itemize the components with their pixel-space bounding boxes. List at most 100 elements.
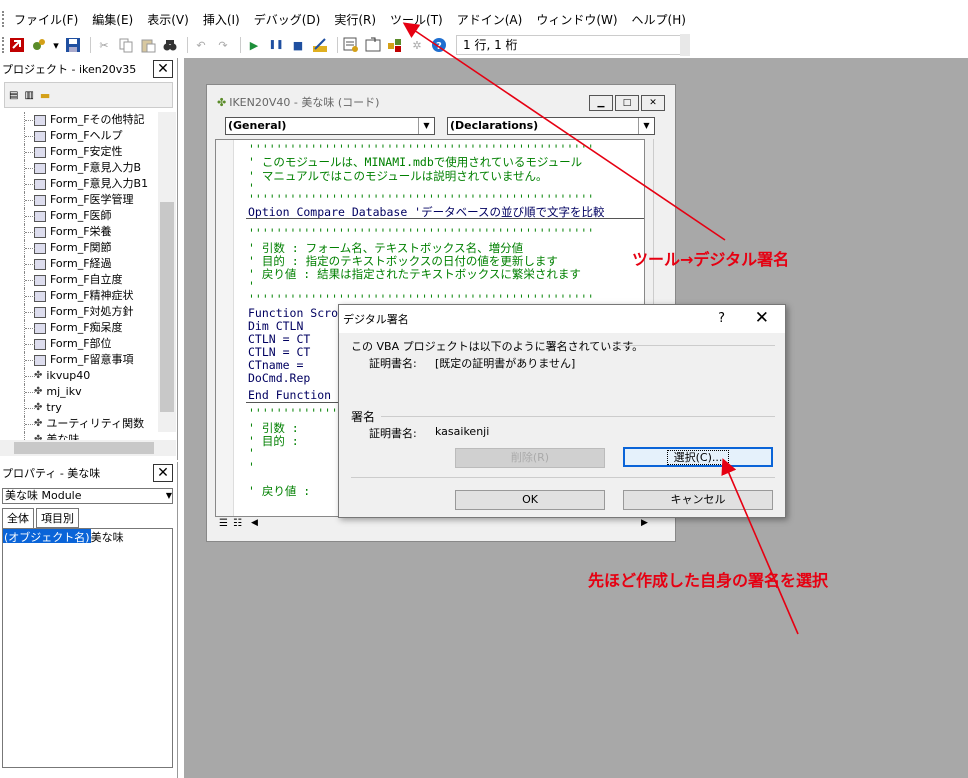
- procedure-combo[interactable]: (Declarations) ▼: [447, 117, 655, 135]
- project-pane-close-button[interactable]: ✕: [153, 60, 173, 78]
- undo-icon[interactable]: ↶: [192, 36, 210, 54]
- tree-item[interactable]: Form_F医学管理: [0, 192, 160, 208]
- object-browser-icon[interactable]: [386, 36, 404, 54]
- view-object-icon[interactable]: ▥: [24, 90, 33, 101]
- menu-file[interactable]: ファイル(F): [14, 11, 78, 28]
- toolbar-separator: [337, 37, 338, 53]
- save-icon[interactable]: [64, 36, 82, 54]
- tree-connector: [24, 288, 60, 304]
- tree-item[interactable]: Form_F部位: [0, 336, 160, 352]
- menu-view[interactable]: 表示(V): [147, 11, 189, 28]
- code-line: ' マニュアルではこのモジュールは説明されていません。: [248, 169, 548, 183]
- scroll-right-icon[interactable]: ▶: [641, 518, 648, 528]
- tree-item[interactable]: ✤ try: [0, 400, 160, 416]
- cut-icon[interactable]: ✂: [95, 36, 113, 54]
- project-tree-scroll-thumb[interactable]: [160, 202, 174, 412]
- code-line: CTname =: [248, 358, 304, 372]
- tree-item[interactable]: Form_F自立度: [0, 272, 160, 288]
- run-icon[interactable]: ▶: [245, 36, 263, 54]
- tree-item[interactable]: Form_F安定性: [0, 144, 160, 160]
- object-select-value: 美な味 Module: [5, 489, 82, 502]
- tree-item[interactable]: ✤ mj_ikv: [0, 384, 160, 400]
- code-line: ' 戻り値 : 結果は指定されたテキストボックスに繁栄されます: [248, 267, 581, 281]
- properties-icon[interactable]: [364, 36, 382, 54]
- tree-item[interactable]: Form_Fその他特記: [0, 112, 160, 128]
- menu-insert[interactable]: 挿入(I): [203, 11, 240, 28]
- properties-pane: プロパティ - 美な味 ✕ 美な味 Module ▼ 全体 項目別 (オブジェク…: [0, 462, 178, 778]
- view-code-icon[interactable]: ▤: [9, 90, 18, 101]
- toggle-folders-icon[interactable]: ▬: [40, 89, 50, 102]
- standard-toolbar: ▾ ✂ ↶ ↷ ▶ ❚❚ ■ ✲ ? 1 行, 1 桁: [0, 32, 968, 58]
- object-select[interactable]: 美な味 Module ▼: [2, 488, 173, 504]
- help-icon[interactable]: ?: [430, 36, 448, 54]
- pause-icon[interactable]: ❚❚: [267, 36, 285, 54]
- procedure-view-icon[interactable]: ☰: [219, 518, 228, 529]
- cancel-button[interactable]: キャンセル: [623, 490, 773, 510]
- dialog-help-button[interactable]: ?: [718, 311, 725, 326]
- property-row[interactable]: (オブジェクト名) 美な味: [3, 529, 172, 544]
- menu-help[interactable]: ヘルプ(H): [632, 11, 686, 28]
- tree-item-label: Form_F痴呆度: [50, 321, 123, 334]
- select-button[interactable]: 選択(C)...: [623, 447, 773, 467]
- toolbar-overflow-button[interactable]: [680, 34, 690, 56]
- view-access-icon[interactable]: [8, 36, 26, 54]
- project-pane-header: プロジェクト - iken20v35 ✕: [0, 58, 177, 80]
- dropdown-arrow-icon[interactable]: ▾: [52, 36, 60, 54]
- tree-connector: [24, 416, 60, 432]
- insert-module-icon[interactable]: [30, 36, 48, 54]
- menu-addins[interactable]: アドイン(A): [457, 11, 523, 28]
- maximize-button[interactable]: □: [615, 95, 639, 111]
- scroll-left-icon[interactable]: ◀: [251, 518, 258, 528]
- tab-all[interactable]: 全体: [2, 508, 34, 528]
- project-explorer-icon[interactable]: [342, 36, 360, 54]
- tree-item[interactable]: Form_F経過: [0, 256, 160, 272]
- toolbox-icon[interactable]: ✲: [408, 36, 426, 54]
- ok-button[interactable]: OK: [455, 490, 605, 510]
- tab-by-category[interactable]: 項目別: [36, 508, 79, 528]
- tree-item[interactable]: ✤ ユーティリティ関数: [0, 416, 160, 432]
- menu-tools[interactable]: ツール(T): [390, 11, 443, 28]
- tree-item[interactable]: Form_F栄養: [0, 224, 160, 240]
- properties-pane-close-button[interactable]: ✕: [153, 464, 173, 482]
- close-button[interactable]: ✕: [641, 95, 665, 111]
- menu-debug[interactable]: デバッグ(D): [254, 11, 321, 28]
- toolbar-grip[interactable]: [2, 37, 6, 53]
- tree-item[interactable]: Form_F医師: [0, 208, 160, 224]
- tree-item[interactable]: Form_F関節: [0, 240, 160, 256]
- object-combo[interactable]: (General) ▼: [225, 117, 435, 135]
- find-icon[interactable]: [161, 36, 179, 54]
- annotation-select-hint: 先ほど作成した自身の署名を選択: [588, 571, 829, 590]
- project-tree: Form_Fその他特記 Form_Fヘルプ Form_F安定性 Form_F意見入力B…: [0, 112, 160, 442]
- tree-connector: [24, 224, 60, 240]
- tree-connector: [24, 144, 60, 160]
- tree-item[interactable]: Form_F意見入力B: [0, 160, 160, 176]
- paste-icon[interactable]: [139, 36, 157, 54]
- tree-item[interactable]: ✤ ikvup40: [0, 368, 160, 384]
- code-line: ': [248, 446, 255, 460]
- tree-item[interactable]: Form_F留意事項: [0, 352, 160, 368]
- tree-item[interactable]: Form_F精神症状: [0, 288, 160, 304]
- redo-icon[interactable]: ↷: [214, 36, 232, 54]
- tree-connector: [24, 176, 60, 192]
- design-mode-icon[interactable]: [311, 36, 329, 54]
- cursor-position-readout: 1 行, 1 桁: [456, 35, 682, 55]
- reset-icon[interactable]: ■: [289, 36, 307, 54]
- tree-item[interactable]: Form_Fヘルプ: [0, 128, 160, 144]
- full-module-view-icon[interactable]: ☷: [233, 518, 242, 529]
- menu-run[interactable]: 実行(R): [334, 11, 376, 28]
- copy-icon[interactable]: [117, 36, 135, 54]
- menu-edit[interactable]: 編集(E): [92, 11, 133, 28]
- minimize-button[interactable]: ▁: [589, 95, 613, 111]
- tree-item[interactable]: Form_F対処方針: [0, 304, 160, 320]
- menu-grip[interactable]: [2, 11, 6, 27]
- code-horizontal-scrollbar[interactable]: ☰ ☷ ◀ ▶: [217, 517, 669, 533]
- project-pane-toolbar: ▤ ▥ ▬: [4, 82, 173, 108]
- tree-item[interactable]: Form_F痴呆度: [0, 320, 160, 336]
- project-tree-hscroll-thumb[interactable]: [14, 442, 154, 454]
- properties-pane-header: プロパティ - 美な味 ✕: [0, 462, 177, 484]
- property-value[interactable]: 美な味: [91, 529, 124, 544]
- menu-window[interactable]: ウィンドウ(W): [536, 11, 617, 28]
- dialog-close-button[interactable]: ✕: [755, 308, 769, 328]
- delete-button[interactable]: 削除(R): [455, 448, 605, 468]
- tree-item[interactable]: Form_F意見入力B1: [0, 176, 160, 192]
